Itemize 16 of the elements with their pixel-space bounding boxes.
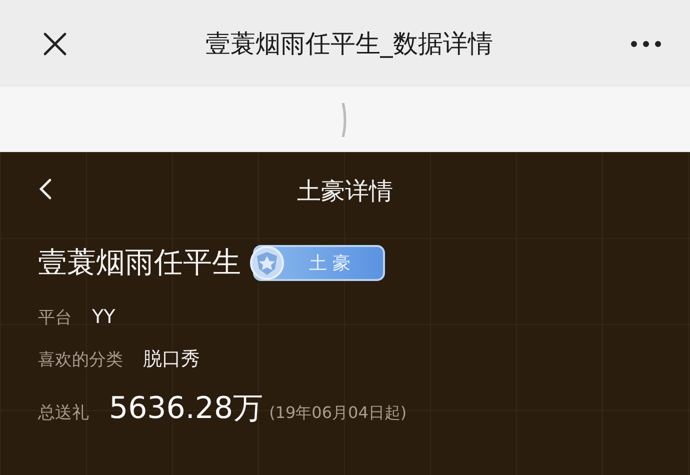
date-note: (19年06月04日起) <box>269 403 407 424</box>
field-value: 脱口秀 <box>143 347 200 372</box>
back-icon <box>38 178 52 200</box>
field-value: YY <box>92 306 116 328</box>
field-label: 喜欢的分类 <box>38 348 123 370</box>
close-icon <box>42 30 68 56</box>
user-name: 壹蓑烟雨任平生 <box>38 244 241 281</box>
total-gifts-value: 5636.28万 <box>109 390 264 428</box>
total-gifts-label: 总送礼 <box>38 402 89 424</box>
loading-icon <box>342 102 348 138</box>
rank-badge: 土 豪 <box>253 245 385 281</box>
shield-icon <box>249 245 285 281</box>
more-icon <box>630 40 662 48</box>
panel-title: 土豪详情 <box>297 176 393 207</box>
field-label: 平台 <box>38 306 72 328</box>
window-title: 壹蓑烟雨任平生_数据详情 <box>205 28 493 60</box>
